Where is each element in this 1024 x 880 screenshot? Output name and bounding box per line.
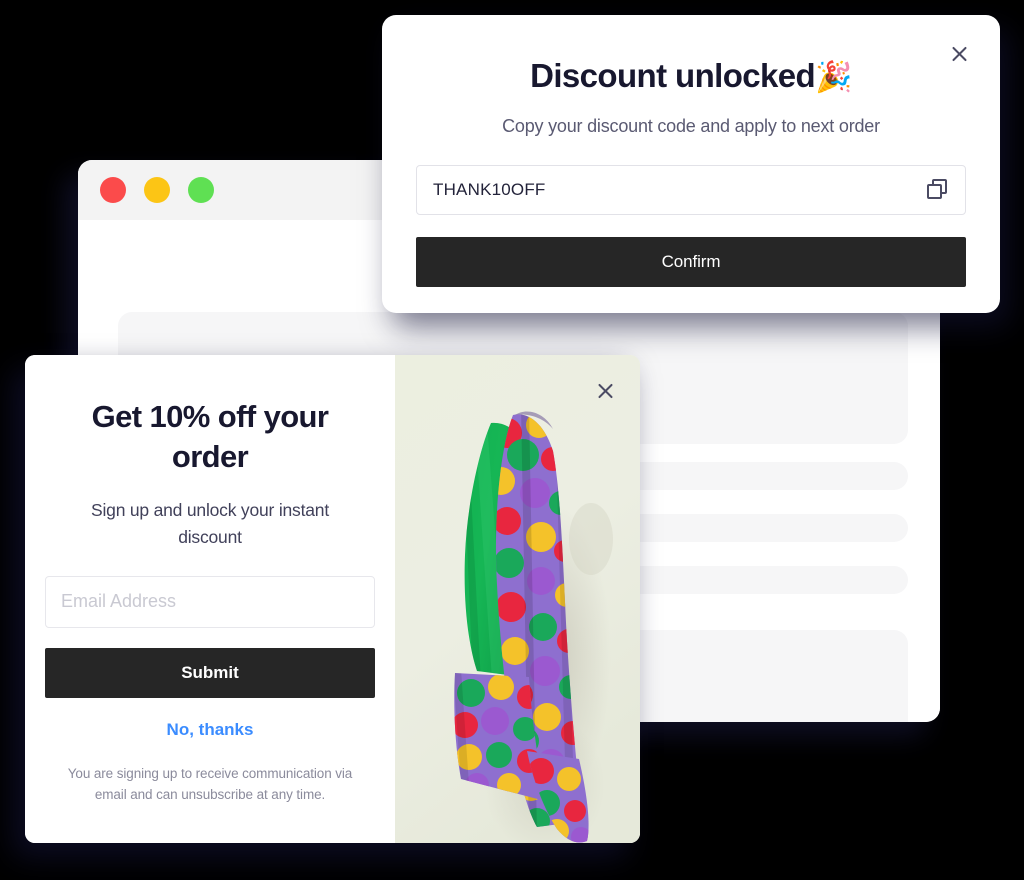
discount-modal-title: Discount unlocked🎉 — [416, 57, 966, 94]
signup-popup-title: Get 10% off your order — [91, 399, 329, 474]
close-icon — [596, 381, 615, 400]
no-thanks-link[interactable]: No, thanks — [45, 720, 375, 740]
signup-popup-subtitle: Sign up and unlock your instant discount — [91, 500, 329, 547]
confirm-button[interactable]: Confirm — [416, 237, 966, 288]
discount-code-field[interactable]: THANK10OFF — [416, 165, 966, 216]
product-image-jacket — [395, 355, 640, 843]
discount-title-text: Discount unlocked — [530, 57, 816, 94]
copy-icon-front-square — [927, 184, 942, 200]
submit-button[interactable]: Submit — [45, 647, 375, 698]
signup-fine-print: You are signing up to receive communicat… — [67, 765, 353, 802]
discount-code-value: THANK10OFF — [433, 180, 546, 200]
discount-modal-subtitle: Copy your discount code and apply to nex… — [502, 116, 880, 137]
window-maximize-dot[interactable] — [188, 177, 214, 203]
window-close-dot[interactable] — [100, 177, 126, 203]
party-popper-icon: 🎉 — [815, 61, 852, 94]
discount-modal-close-button[interactable] — [944, 38, 974, 68]
screenshot-stage: Discount unlocked🎉 Copy your discount co… — [0, 0, 1024, 880]
email-input[interactable] — [45, 575, 375, 628]
signup-popup-form-panel: Get 10% off your order Sign up and unloc… — [25, 355, 395, 843]
signup-discount-popup: Get 10% off your order Sign up and unloc… — [25, 355, 640, 843]
signup-popup-image-panel — [395, 355, 640, 843]
discount-unlocked-modal: Discount unlocked🎉 Copy your discount co… — [382, 15, 1000, 313]
copy-icon[interactable] — [927, 179, 949, 201]
close-icon — [950, 44, 969, 63]
window-minimize-dot[interactable] — [144, 177, 170, 203]
signup-popup-close-button[interactable] — [592, 377, 618, 403]
